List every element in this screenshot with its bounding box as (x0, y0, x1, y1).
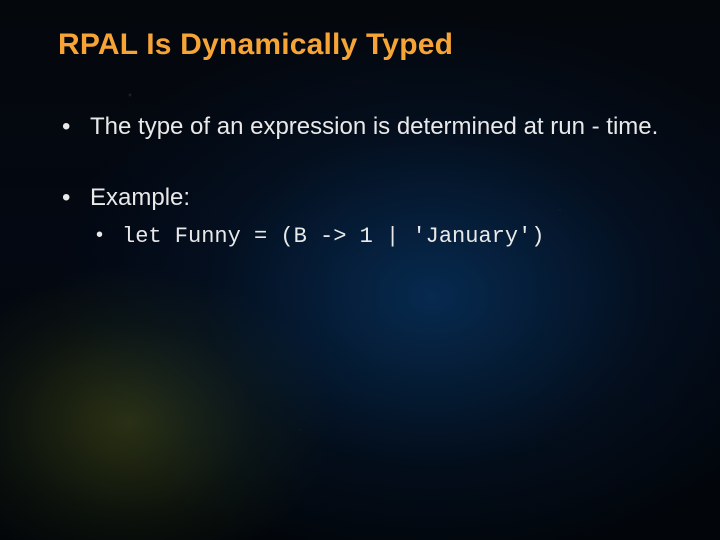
slide: RPAL Is Dynamically Typed The type of an… (0, 0, 720, 540)
bullet-item-1: The type of an expression is determined … (86, 111, 662, 143)
bullet-item-2: Example: let Funny = (B -> 1 | 'January'… (86, 182, 662, 251)
code-bullet: let Funny = (B -> 1 | 'January') (118, 222, 662, 252)
sub-bullet-list: let Funny = (B -> 1 | 'January') (90, 222, 662, 252)
bullet-item-2-label: Example: (90, 184, 190, 211)
slide-title: RPAL Is Dynamically Typed (58, 28, 662, 63)
bullet-list: The type of an expression is determined … (58, 111, 662, 252)
